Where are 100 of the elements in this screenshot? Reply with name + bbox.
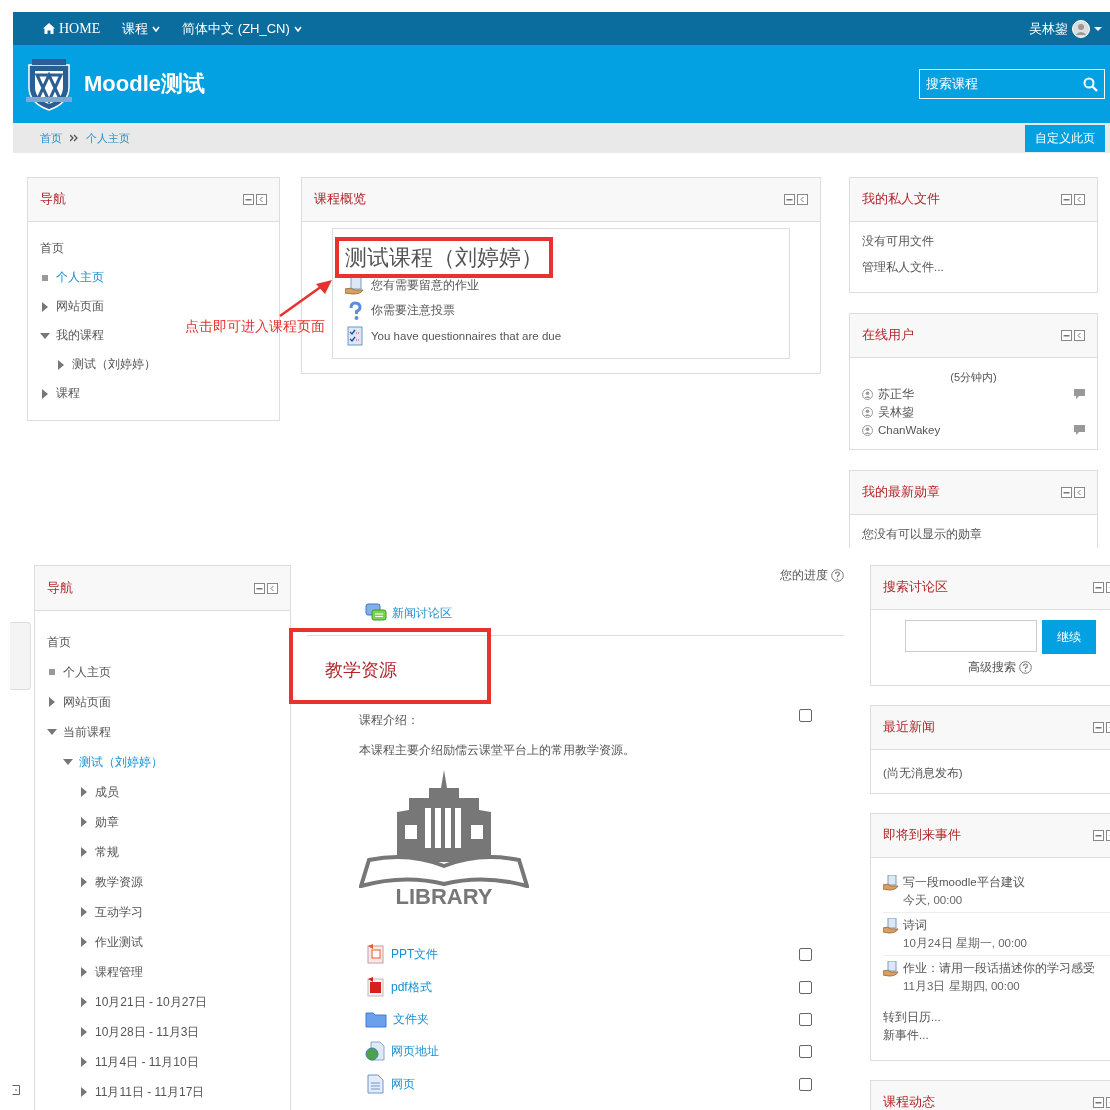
nav-item[interactable]: 教学资源 bbox=[79, 867, 143, 897]
caret-right-icon bbox=[81, 787, 87, 797]
nav-item[interactable]: 常规 bbox=[79, 837, 119, 867]
completion-checkbox[interactable] bbox=[799, 980, 812, 994]
dock-icon[interactable] bbox=[267, 582, 278, 594]
block-title: 即将到来事件 bbox=[883, 827, 961, 844]
completion-checkbox[interactable] bbox=[799, 1077, 812, 1091]
nav-item[interactable]: 课程 bbox=[40, 379, 80, 408]
nav-item[interactable]: 勋章 bbox=[79, 807, 119, 837]
activity-link[interactable]: 网页地址 bbox=[365, 1041, 439, 1061]
caret-right-icon bbox=[81, 877, 87, 887]
advanced-search-link[interactable]: 高级搜索 bbox=[968, 660, 1016, 675]
dock-icon[interactable] bbox=[256, 194, 267, 205]
caret-down-icon bbox=[40, 332, 50, 339]
collapse-icon[interactable] bbox=[243, 194, 254, 205]
nav-item[interactable]: 测试（刘婷婷） bbox=[56, 350, 156, 379]
nav-item[interactable]: 我的课程 bbox=[40, 321, 104, 350]
presentation-file-icon bbox=[365, 944, 385, 964]
nav-item[interactable]: 10月28日 - 11月3日 bbox=[79, 1017, 200, 1047]
event-link[interactable]: 诗词 bbox=[903, 919, 927, 931]
user-icon bbox=[862, 388, 873, 400]
course-title-link[interactable]: 测试课程（刘婷婷） bbox=[345, 245, 543, 270]
event-link[interactable]: 写一段moodle平台建议 bbox=[903, 876, 1025, 888]
nav-item[interactable]: 当前课程 bbox=[47, 717, 111, 747]
nav-item[interactable]: 首页 bbox=[40, 234, 64, 263]
caret-right-icon bbox=[81, 1057, 87, 1067]
period-text: (5分钟内) bbox=[949, 370, 998, 385]
avatar-icon bbox=[1072, 19, 1090, 38]
dock-icon[interactable] bbox=[1074, 194, 1085, 205]
completion-checkbox[interactable] bbox=[799, 947, 812, 961]
collapse-icon[interactable] bbox=[1093, 830, 1104, 841]
message-icon[interactable] bbox=[1074, 389, 1085, 399]
pdf-file-icon bbox=[365, 977, 385, 997]
activity-link[interactable]: 网页 bbox=[365, 1074, 415, 1094]
completion-checkbox[interactable] bbox=[799, 1044, 812, 1058]
chevron-icon bbox=[70, 134, 78, 142]
message-icon[interactable] bbox=[1074, 425, 1085, 435]
nav-item[interactable]: 10月21日 - 10月27日 bbox=[79, 987, 208, 1017]
dock-icon[interactable] bbox=[797, 194, 808, 205]
bullet-icon bbox=[42, 274, 48, 281]
collapse-icon[interactable] bbox=[254, 582, 265, 594]
activity-link[interactable]: PPT文件 bbox=[365, 944, 439, 964]
activity-link[interactable]: 文件夹 bbox=[365, 1010, 429, 1028]
notice-text: 你需要注意投票 bbox=[371, 303, 455, 318]
nav-item[interactable]: 网站页面 bbox=[40, 292, 104, 321]
nav-item[interactable]: 测试（刘婷婷） bbox=[63, 747, 163, 777]
progress-label: 您的进度 bbox=[780, 567, 828, 583]
annotation-arrow bbox=[278, 278, 334, 318]
home-link[interactable]: HOME bbox=[43, 20, 101, 37]
collapse-icon[interactable] bbox=[1093, 1097, 1104, 1108]
caret-right-icon bbox=[81, 1087, 87, 1097]
collapse-icon[interactable] bbox=[1061, 330, 1072, 341]
globe-document-icon bbox=[365, 1041, 385, 1061]
bullet-icon bbox=[49, 669, 55, 675]
nav-item[interactable]: 个人主页 bbox=[40, 263, 104, 292]
block-title: 在线用户 bbox=[862, 327, 914, 344]
hand-document-icon bbox=[883, 918, 899, 934]
dock-icon[interactable] bbox=[12, 1085, 20, 1095]
nav-item[interactable]: 11月4日 - 11月10日 bbox=[79, 1047, 199, 1077]
dock-icon[interactable] bbox=[1074, 487, 1085, 498]
collapse-icon[interactable] bbox=[1093, 582, 1104, 593]
user-link[interactable]: 苏正华 bbox=[878, 386, 914, 402]
block-title: 最近新闻 bbox=[883, 719, 935, 736]
help-icon[interactable] bbox=[1019, 661, 1032, 674]
nav-item[interactable]: 课程管理 bbox=[79, 957, 143, 987]
folder-icon bbox=[365, 1010, 387, 1028]
block-title: 导航 bbox=[47, 579, 73, 597]
completion-checkbox[interactable] bbox=[799, 709, 812, 722]
nav-item[interactable]: 个人主页 bbox=[47, 657, 111, 687]
nav-item[interactable]: 作业测试 bbox=[79, 927, 143, 957]
block-title: 课程概览 bbox=[314, 191, 366, 208]
collapse-icon[interactable] bbox=[784, 194, 795, 205]
block-title: 搜索讨论区 bbox=[883, 579, 948, 596]
user-icon bbox=[862, 424, 873, 436]
nav-menu[interactable]: 课程 bbox=[122, 19, 161, 38]
home-icon bbox=[43, 23, 55, 34]
user-menu[interactable]: 吴林鋆 bbox=[1029, 19, 1102, 38]
activity-link[interactable]: pdf格式 bbox=[365, 977, 432, 997]
nav-item[interactable]: 网站页面 bbox=[47, 687, 111, 717]
event-link[interactable]: 作业：请用一段话描述你的学习感受 bbox=[903, 962, 1095, 974]
calendar-link[interactable]: 新事件... bbox=[883, 1029, 929, 1041]
forum-link[interactable]: 新闻讨论区 bbox=[365, 603, 844, 623]
search-icon[interactable] bbox=[1083, 76, 1098, 92]
help-icon[interactable] bbox=[831, 568, 844, 582]
empty-text: 您没有可以显示的勋章 bbox=[862, 527, 983, 542]
user-link[interactable]: ChanWakey bbox=[878, 424, 941, 436]
calendar-link[interactable]: 转到日历... bbox=[883, 1011, 941, 1023]
collapse-icon[interactable] bbox=[1061, 194, 1072, 205]
nav-item[interactable]: 互动学习 bbox=[79, 897, 143, 927]
search-field[interactable] bbox=[904, 620, 1037, 652]
dock-icon[interactable] bbox=[1074, 330, 1085, 341]
manage-files-link[interactable]: 管理私人文件... bbox=[862, 254, 1085, 280]
collapse-icon[interactable] bbox=[1061, 487, 1072, 498]
nav-item[interactable]: 首页 bbox=[47, 627, 71, 657]
completion-checkbox[interactable] bbox=[799, 1012, 812, 1026]
user-link[interactable]: 吴林鋆 bbox=[878, 404, 914, 420]
collapse-icon[interactable] bbox=[1093, 722, 1104, 733]
nav-item[interactable]: 11月11日 - 11月17日 bbox=[79, 1077, 205, 1107]
nav-menu[interactable]: 简体中文 (ZH_CN) bbox=[182, 19, 302, 38]
nav-item[interactable]: 成员 bbox=[79, 777, 119, 807]
